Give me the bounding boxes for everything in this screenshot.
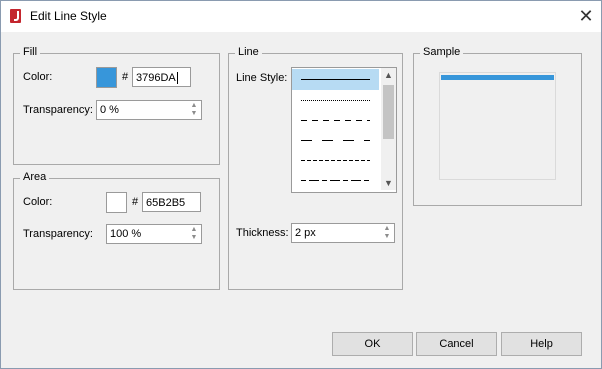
thickness-stepper[interactable]: 2 px ▲ ▼ — [291, 223, 395, 243]
line-style-solid[interactable] — [292, 69, 379, 90]
sample-preview — [439, 72, 556, 180]
line-preview — [301, 100, 370, 101]
area-color-label: Color: — [23, 196, 53, 208]
text-caret — [176, 72, 178, 85]
app-logo-icon — [10, 9, 21, 23]
area-hex-field[interactable]: 65B2B5 — [142, 192, 201, 212]
spin-up-icon[interactable]: ▲ — [188, 226, 200, 234]
line-style-label: Line Style: — [236, 72, 288, 84]
line-preview — [301, 79, 370, 80]
help-button[interactable]: Help — [501, 332, 582, 356]
close-icon[interactable]: ✕ — [575, 5, 597, 27]
line-style-short-dash[interactable] — [292, 150, 379, 171]
fill-hex-value: 3796DA — [136, 72, 176, 84]
fill-transparency-label: Transparency: — [23, 104, 93, 116]
line-style-scrollbar[interactable]: ▲ ▼ — [381, 68, 396, 190]
area-legend: Area — [20, 171, 50, 183]
scroll-up-icon[interactable]: ▲ — [381, 68, 396, 82]
line-style-long-dash[interactable] — [292, 130, 379, 151]
spin-up-icon[interactable]: ▲ — [188, 102, 200, 110]
line-preview — [301, 180, 370, 181]
fill-color-swatch[interactable] — [96, 67, 117, 88]
scrollbar-thumb[interactable] — [383, 85, 394, 139]
line-style-dashed[interactable] — [292, 110, 379, 131]
area-transparency-label: Transparency: — [23, 228, 93, 240]
spin-down-icon[interactable]: ▼ — [188, 110, 200, 118]
title-bar: Edit Line Style ✕ — [1, 1, 601, 32]
area-hex-value: 65B2B5 — [146, 197, 186, 209]
cancel-button[interactable]: Cancel — [416, 332, 497, 356]
line-legend: Line — [235, 46, 262, 58]
fill-legend: Fill — [20, 46, 41, 58]
sample-legend: Sample — [420, 46, 464, 58]
fill-transparency-stepper[interactable]: 0 % ▲ ▼ — [96, 100, 202, 120]
sample-line — [441, 75, 554, 80]
thickness-value: 2 px — [295, 227, 316, 239]
fill-hash-label: # — [122, 71, 129, 83]
scroll-down-icon[interactable]: ▼ — [381, 176, 396, 190]
line-style-dash-dot[interactable] — [292, 170, 379, 191]
fill-hex-field[interactable]: 3796DA — [132, 67, 191, 87]
area-hash-label: # — [132, 196, 139, 208]
spin-down-icon[interactable]: ▼ — [381, 233, 393, 241]
ok-button[interactable]: OK — [332, 332, 413, 356]
line-preview — [301, 120, 370, 121]
area-transparency-value: 100 % — [110, 228, 142, 240]
line-style-list[interactable]: ▲ ▼ — [291, 67, 397, 193]
area-transparency-stepper[interactable]: 100 % ▲ ▼ — [106, 224, 202, 244]
line-preview — [301, 140, 370, 141]
line-preview — [301, 160, 370, 161]
line-style-dotted[interactable] — [292, 90, 379, 111]
dialog-title: Edit Line Style — [30, 9, 107, 23]
area-color-swatch[interactable] — [106, 192, 127, 213]
spin-up-icon[interactable]: ▲ — [381, 225, 393, 233]
fill-color-label: Color: — [23, 71, 53, 83]
thickness-label: Thickness: — [236, 227, 289, 239]
spin-down-icon[interactable]: ▼ — [188, 234, 200, 242]
fill-transparency-value: 0 % — [100, 104, 119, 116]
edit-line-style-dialog: Edit Line Style ✕ Fill Color: # 3796DA T… — [0, 0, 602, 369]
